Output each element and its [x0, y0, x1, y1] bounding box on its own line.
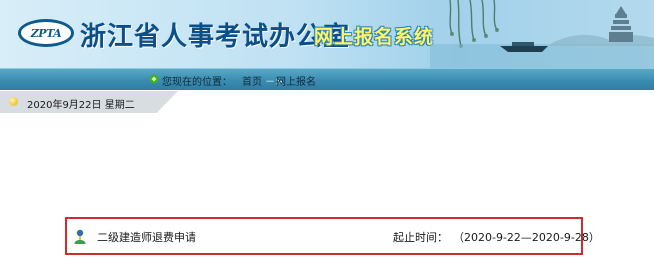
green-leaf-icon	[149, 74, 159, 84]
sun-icon	[9, 97, 18, 106]
location-label: 您现在的位置：	[162, 77, 232, 88]
period-value: （2020-9-22—2020-9-28）	[453, 231, 600, 244]
logo-text: ZPTA	[30, 26, 62, 40]
west-lake-scenery-image	[430, 0, 654, 68]
header-banner: ZPTA 浙江省人事考试办公室 网上报名系统	[0, 0, 654, 68]
location-bar: 您现在的位置： 首页 －> 网上报名	[0, 68, 654, 90]
zpta-logo: ZPTA	[18, 19, 74, 47]
system-title: 网上报名系统	[314, 26, 435, 48]
person-icon	[74, 229, 86, 244]
current-date: 2020年9月22日 星期二	[27, 100, 135, 111]
breadcrumb-home-link[interactable]: 首页	[242, 73, 262, 88]
application-item-refund[interactable]: 二级建造师退费申请 起止时间： （2020-9-22—2020-9-28）	[65, 217, 600, 255]
organization-title: 浙江省人事考试办公室	[80, 22, 351, 52]
period-label: 起止时间：	[393, 231, 448, 244]
breadcrumb-current: 网上报名	[276, 77, 316, 88]
application-title-link[interactable]: 二级建造师退费申请	[97, 229, 196, 245]
date-bar: 2020年9月22日 星期二	[0, 91, 178, 113]
